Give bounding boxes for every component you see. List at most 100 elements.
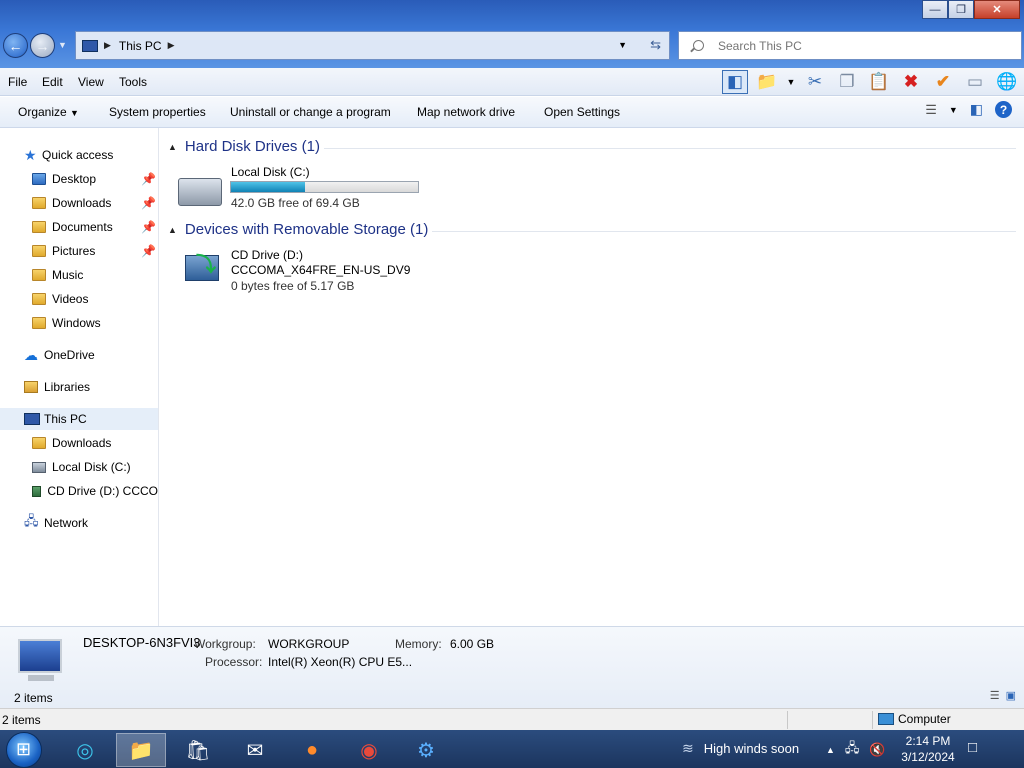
settings-icon[interactable]: ⚙	[401, 733, 451, 767]
taskbar: ◎ 📁 🛍 ✉ ● ◉ ⚙ ≋ High winds soon ▲ 🖧 🔇 2:…	[0, 730, 1024, 768]
chevron-down-icon[interactable]: ▼	[949, 105, 958, 115]
nav-libraries[interactable]: Libraries	[24, 376, 90, 398]
nav-label: Downloads	[52, 196, 112, 210]
cd-drive-icon: ⤵	[185, 254, 219, 281]
store-icon[interactable]: 🛍	[173, 733, 223, 767]
volume-muted-icon[interactable]: 🔇	[869, 742, 885, 758]
nav-windows[interactable]: Windows	[32, 312, 101, 334]
uninstall-program-button[interactable]: Uninstall or change a program	[230, 105, 391, 119]
nav-local-disk[interactable]: Local Disk (C:)	[32, 456, 131, 478]
organize-button[interactable]: Organize ▼	[18, 105, 79, 119]
nav-onedrive[interactable]: ☁ OneDrive	[24, 344, 95, 366]
chrome-icon[interactable]: ◉	[344, 733, 394, 767]
preview-pane-icon[interactable]: ◧	[722, 70, 748, 94]
edge-icon[interactable]: ◎	[60, 733, 110, 767]
menu-tools[interactable]: Tools	[119, 75, 147, 89]
nav-label: Music	[52, 268, 84, 282]
close-button[interactable]: ✕	[974, 0, 1020, 19]
search-input[interactable]	[718, 38, 998, 53]
pin-icon[interactable]: 📌	[141, 244, 156, 258]
cut-icon[interactable]: ✂	[802, 70, 828, 94]
folder-properties-icon[interactable]: 📁	[754, 70, 780, 94]
back-button[interactable]: ←	[3, 33, 28, 58]
firefox-icon[interactable]: ●	[287, 733, 337, 767]
chevron-right-icon[interactable]: ▶	[104, 40, 111, 51]
folder-icon	[32, 221, 46, 233]
nav-desktop[interactable]: Desktop	[32, 168, 142, 190]
status-divider	[872, 711, 873, 729]
computer-icon	[24, 413, 40, 425]
address-dropdown-icon[interactable]: ▼	[618, 40, 627, 50]
paste-icon[interactable]: 📋	[866, 70, 892, 94]
group-removable-storage[interactable]: ▲ Devices with Removable Storage (1)	[168, 221, 428, 238]
help-icon[interactable]: ?	[995, 101, 1012, 118]
rename-icon[interactable]: ▭	[962, 70, 988, 94]
network-status-icon[interactable]: 🖧	[845, 739, 860, 761]
pin-icon[interactable]: 📌	[141, 172, 156, 186]
system-properties-button[interactable]: System properties	[109, 105, 206, 119]
view-controls: ☰ ▼ ◧ ?	[925, 101, 1012, 118]
group-hard-disk-drives[interactable]: ▲ Hard Disk Drives (1)	[168, 138, 320, 155]
large-icons-view-icon[interactable]: ▣	[1006, 689, 1016, 702]
dropdown-icon[interactable]: ▼	[786, 70, 796, 94]
details-view-icon[interactable]: ☰	[990, 689, 1000, 702]
libraries-icon	[24, 381, 38, 393]
nav-music[interactable]: Music	[32, 264, 83, 286]
change-view-icon[interactable]: ☰	[925, 102, 937, 118]
navigation-pane: ★ Quick access Desktop 📌 Downloads 📌 Docu…	[0, 128, 159, 626]
menu-view[interactable]: View	[78, 75, 104, 89]
nav-videos[interactable]: Videos	[32, 288, 88, 310]
nav-label: Downloads	[52, 436, 112, 450]
nav-this-pc[interactable]: This PC	[0, 408, 158, 430]
maximize-button[interactable]: ❐	[948, 0, 974, 19]
minimize-button[interactable]: —	[922, 0, 948, 19]
recent-locations-dropdown[interactable]: ▼	[58, 40, 67, 50]
menu-file[interactable]: File	[8, 75, 27, 89]
check-icon[interactable]: ✔	[930, 70, 956, 94]
map-network-drive-button[interactable]: Map network drive	[417, 105, 515, 119]
drive-c-free: 42.0 GB free of 69.4 GB	[231, 196, 360, 210]
workgroup-label: Workgroup:	[194, 637, 256, 651]
refresh-icon[interactable]: ⇆	[650, 37, 661, 53]
preview-pane-toggle-icon[interactable]: ◧	[970, 101, 983, 118]
drive-c-usage-fill	[231, 182, 305, 192]
nav-documents[interactable]: Documents	[32, 216, 142, 238]
nav-quick-access[interactable]: ★ Quick access	[24, 144, 113, 166]
nav-network[interactable]: 🖧 Network	[24, 512, 88, 534]
globe-icon[interactable]: 🌐	[994, 70, 1020, 94]
close-icon: ✕	[992, 4, 1002, 16]
copy-icon[interactable]: ❐	[834, 70, 860, 94]
computer-icon	[18, 639, 62, 673]
group-divider	[432, 231, 1016, 232]
details-item-count: 2 items	[14, 691, 53, 705]
nav-pc-downloads[interactable]: Downloads	[32, 432, 111, 454]
notifications-icon[interactable]: □	[968, 739, 977, 756]
clock[interactable]: 2:14 PM 3/12/2024	[900, 733, 956, 765]
chevron-right-icon[interactable]: ▶	[168, 40, 175, 51]
organize-label: Organize	[18, 105, 67, 119]
group-title: Devices with Removable Storage (1)	[184, 221, 429, 238]
pin-icon[interactable]: 📌	[141, 220, 156, 234]
nav-cd-drive[interactable]: CD Drive (D:) CCCO	[32, 480, 158, 502]
address-bar[interactable]: ▶ This PC ▶ ▼ ⇆	[75, 31, 670, 60]
hard-drive-icon	[32, 461, 46, 473]
start-button[interactable]	[6, 732, 42, 768]
mail-icon[interactable]: ✉	[230, 733, 280, 767]
nav-downloads[interactable]: Downloads	[32, 192, 142, 214]
drive-d-name: CD Drive (D:)	[231, 248, 303, 262]
cd-drive-icon	[32, 485, 42, 497]
nav-pictures[interactable]: Pictures	[32, 240, 142, 262]
address-segment[interactable]: This PC	[119, 39, 162, 53]
forward-button[interactable]: →	[30, 33, 55, 58]
pin-icon[interactable]: 📌	[141, 196, 156, 210]
collapse-icon: ▲	[168, 141, 177, 152]
open-settings-button[interactable]: Open Settings	[544, 105, 620, 119]
delete-icon[interactable]: ✖	[898, 70, 924, 94]
menu-edit[interactable]: Edit	[42, 75, 63, 89]
wind-icon: ≋	[682, 740, 694, 756]
chevron-up-icon[interactable]: ▲	[826, 745, 835, 755]
search-box[interactable]	[678, 31, 1022, 60]
arrow-down-icon: ⤵	[196, 254, 216, 276]
weather-widget[interactable]: ≋ High winds soon	[682, 740, 799, 757]
file-explorer-icon[interactable]: 📁	[116, 733, 166, 767]
